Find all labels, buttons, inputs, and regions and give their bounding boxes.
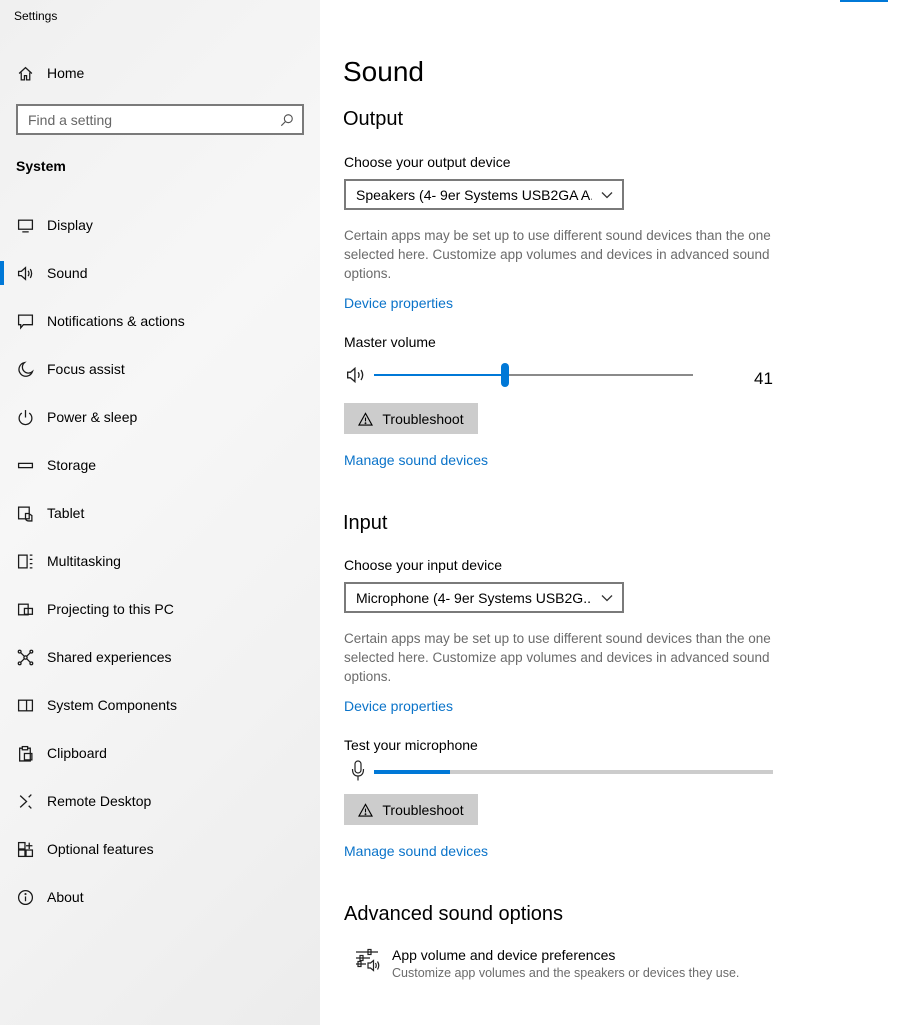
output-device-dropdown[interactable]: Speakers (4- 9er Systems USB2GA A... <box>344 179 624 210</box>
optional-features-icon <box>16 840 34 858</box>
output-device-value: Speakers (4- 9er Systems USB2GA A... <box>356 186 592 203</box>
sidebar-item-label: Tablet <box>47 505 85 521</box>
advanced-sound-heading: Advanced sound options <box>344 903 564 925</box>
search-input[interactable] <box>28 111 272 128</box>
output-device-label: Choose your output device <box>344 154 511 170</box>
power-icon <box>16 408 34 426</box>
sidebar-item-label: Power & sleep <box>47 409 138 425</box>
tablet-icon <box>16 504 34 522</box>
test-microphone-label: Test your microphone <box>344 737 478 753</box>
search-icon[interactable] <box>272 113 302 127</box>
notification-icon <box>16 312 34 330</box>
sidebar-item-display[interactable]: Display <box>0 201 320 249</box>
input-manage-sound-devices-link[interactable]: Manage sound devices <box>344 843 488 859</box>
input-troubleshoot-button[interactable]: Troubleshoot <box>344 794 478 825</box>
mic-level-fill <box>374 770 450 774</box>
sidebar-item-tablet[interactable]: Tablet <box>0 489 320 537</box>
sidebar-item-projecting[interactable]: Projecting to this PC <box>0 585 320 633</box>
app-volume-preferences-link[interactable]: App volume and device preferences Custom… <box>354 946 739 980</box>
slider-thumb[interactable] <box>500 363 509 387</box>
output-troubleshoot-button[interactable]: Troubleshoot <box>344 403 478 434</box>
sidebar-item-label: Sound <box>47 265 88 281</box>
speaker-icon <box>16 264 34 282</box>
app-title: Settings <box>14 9 58 23</box>
output-description: Certain apps may be set up to use differ… <box>344 228 771 281</box>
sidebar-item-about[interactable]: About <box>0 873 320 921</box>
sidebar-item-remote-desktop[interactable]: Remote Desktop <box>0 777 320 825</box>
warning-icon <box>358 802 374 817</box>
multitasking-icon <box>16 552 34 570</box>
monitor-icon <box>16 216 34 234</box>
troubleshoot-label: Troubleshoot <box>382 410 464 427</box>
sidebar-item-home[interactable]: Home <box>0 56 320 90</box>
sidebar-item-label: System Components <box>47 697 177 713</box>
main-content: Sound Output Choose your output device S… <box>320 0 911 1025</box>
warning-icon <box>358 411 374 426</box>
search-box[interactable] <box>16 104 304 135</box>
sidebar-item-optional-features[interactable]: Optional features <box>0 825 320 873</box>
page-title: Sound <box>343 56 424 87</box>
master-volume-value: 41 <box>754 369 773 388</box>
sidebar-item-label: Notifications & actions <box>47 313 185 329</box>
sidebar-item-label: Clipboard <box>47 745 107 761</box>
chevron-down-icon <box>592 594 622 602</box>
microphone-icon <box>350 760 366 786</box>
mixer-icon <box>354 946 382 980</box>
sidebar-item-label: Display <box>47 217 93 233</box>
mic-level-track <box>374 770 773 774</box>
input-device-properties-link[interactable]: Device properties <box>344 698 453 714</box>
sidebar-item-label: Multitasking <box>47 553 121 569</box>
chevron-down-icon <box>592 191 622 199</box>
input-device-label: Choose your input device <box>344 557 502 573</box>
sidebar-item-label: Shared experiences <box>47 649 172 665</box>
output-device-properties-link[interactable]: Device properties <box>344 295 453 311</box>
components-icon <box>16 696 34 714</box>
input-heading: Input <box>343 512 388 534</box>
troubleshoot-label: Troubleshoot <box>382 801 464 818</box>
sidebar-item-shared-experiences[interactable]: Shared experiences <box>0 633 320 681</box>
input-description: Certain apps may be set up to use differ… <box>344 631 771 684</box>
storage-icon <box>16 456 34 474</box>
remote-desktop-icon <box>16 792 34 810</box>
sidebar-item-focus-assist[interactable]: Focus assist <box>0 345 320 393</box>
sidebar-item-storage[interactable]: Storage <box>0 441 320 489</box>
slider-track[interactable] <box>374 363 693 387</box>
sidebar-item-label: Optional features <box>47 841 154 857</box>
sidebar-item-label: Focus assist <box>47 361 125 377</box>
input-device-dropdown[interactable]: Microphone (4- 9er Systems USB2G... <box>344 582 624 613</box>
moon-icon <box>16 360 34 378</box>
output-heading: Output <box>343 108 404 130</box>
microphone-level-meter <box>350 760 790 784</box>
clipboard-icon <box>16 744 34 762</box>
sidebar-item-sound[interactable]: Sound <box>0 249 320 297</box>
app-volume-title: App volume and device preferences <box>392 947 616 963</box>
sidebar-item-label: Home <box>47 65 85 81</box>
sidebar-item-label: Storage <box>47 457 97 473</box>
app-volume-subtitle: Customize app volumes and the speakers o… <box>392 966 740 980</box>
slider-fill <box>374 374 505 376</box>
sidebar-item-power-sleep[interactable]: Power & sleep <box>0 393 320 441</box>
projector-icon <box>16 600 34 618</box>
input-device-value: Microphone (4- 9er Systems USB2G... <box>356 589 592 606</box>
output-manage-sound-devices-link[interactable]: Manage sound devices <box>344 452 488 468</box>
sidebar-item-clipboard[interactable]: Clipboard <box>0 729 320 777</box>
info-icon <box>16 888 34 906</box>
sidebar-item-label: Projecting to this PC <box>47 601 174 617</box>
sidebar-item-multitasking[interactable]: Multitasking <box>0 537 320 585</box>
window-accent-bar <box>840 0 888 2</box>
speaker-icon[interactable] <box>346 366 366 389</box>
sidebar-item-label: Remote Desktop <box>47 793 152 809</box>
master-volume-label: Master volume <box>344 334 436 350</box>
shared-icon <box>16 648 34 666</box>
sidebar: Settings Home System Display Sound Notif… <box>0 0 320 1025</box>
sidebar-item-label: About <box>47 889 84 905</box>
sidebar-item-notifications[interactable]: Notifications & actions <box>0 297 320 345</box>
home-icon <box>16 64 34 82</box>
sidebar-nav-list: Display Sound Notifications & actions Fo… <box>0 201 320 921</box>
sidebar-section-label: System <box>16 158 66 174</box>
sidebar-item-system-components[interactable]: System Components <box>0 681 320 729</box>
